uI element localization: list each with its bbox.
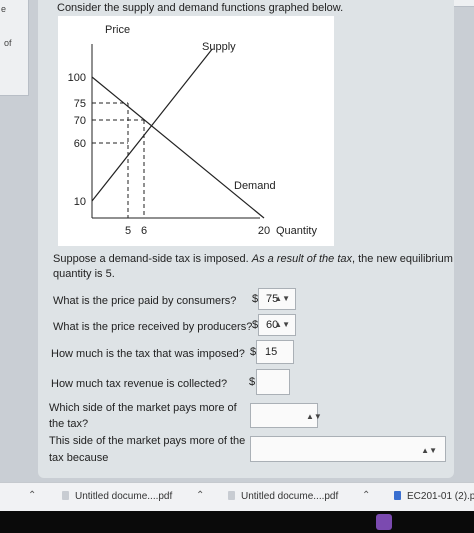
file-icon [62,491,69,500]
supply-demand-graph: Price Quantity Supply Demand 100 75 70 60 10 5 6 20 [58,16,334,246]
y-tick-label: 60 [74,138,86,150]
up-down-arrows-icon: ▲▼ [274,294,290,303]
side-tab[interactable]: e of [0,0,29,96]
x-tick-label: 20 [258,225,270,237]
scenario-text-italic: As a result of the tax [251,253,353,265]
question-consumer-price: What is the price paid by consumers? [53,295,237,307]
consumer-price-select[interactable]: 75 ▲▼ [258,288,296,310]
x-tick-label: 5 [125,225,131,237]
y-tick-label: 75 [74,98,86,110]
x-tick-label: 6 [141,225,147,237]
scenario-text-normal: Suppose a demand-side tax is imposed. [53,253,252,265]
question-tax-revenue: How much tax revenue is collected? [51,378,228,390]
reason-question-line2: tax because [49,452,109,464]
y-tick-label: 10 [74,196,86,208]
reason-question-line1: This side of the market pays more of the [49,435,246,447]
scenario-line2: quantity is 5. [53,268,115,280]
y-axis-label: Price [105,24,130,36]
tax-revenue-input[interactable] [256,369,290,395]
taskbar [0,511,474,533]
download-name: Untitled docume....pdf [241,491,339,502]
y-tick-label: 70 [74,115,86,127]
question-producer-price: What is the price received by producers? [53,321,253,333]
question-tax-amount: How much is the tax that was imposed? [51,348,245,360]
download-item-3[interactable]: EC201-01 (2).p [394,491,474,502]
download-name: Untitled docume....pdf [75,491,173,502]
y-tick-label: 100 [68,72,86,84]
tax-amount-value: 15 [265,346,278,358]
side-pays-more-select[interactable]: ▲▼ [250,403,322,428]
side-question-line1: Which side of the market pays more of [49,402,237,414]
download-name: EC201-01 (2).p [407,491,474,502]
chevron-up-icon[interactable]: ⌃ [28,490,36,501]
side-question-line2: the tax? [49,418,89,430]
side-tab-letter: e [1,4,7,14]
download-item-2[interactable]: Untitled docume....pdf [228,491,338,502]
chevron-up-icon[interactable]: ⌃ [196,490,204,501]
graph-background [58,16,334,246]
up-down-arrows-icon: ▲▼ [421,446,437,455]
downloads-bar: ⌃ Untitled docume....pdf ⌃ Untitled docu… [0,482,474,511]
scenario-line1: Suppose a demand-side tax is imposed. As… [53,251,453,267]
producer-price-select[interactable]: 60 ▲▼ [258,314,296,336]
supply-label: Supply [202,41,236,53]
scenario-text-end: , the new equilibrium [352,253,453,265]
up-down-arrows-icon: ▲▼ [274,320,290,329]
up-down-arrows-icon: ▲▼ [306,412,322,421]
side-tab-of-label: of [4,38,12,48]
chevron-up-icon[interactable]: ⌃ [362,490,370,501]
tax-amount-input[interactable]: 15 [256,340,294,364]
download-item-1[interactable]: Untitled docume....pdf [62,491,172,502]
app-icon[interactable] [376,514,392,530]
x-axis-label: Quantity [276,225,317,237]
demand-label: Demand [234,180,276,192]
question-prompt: Consider the supply and demand functions… [57,2,344,14]
reason-select[interactable]: ▲▼ [250,436,446,462]
file-icon [228,491,235,500]
file-icon [394,491,401,500]
dollar-sign: $ [249,376,256,388]
